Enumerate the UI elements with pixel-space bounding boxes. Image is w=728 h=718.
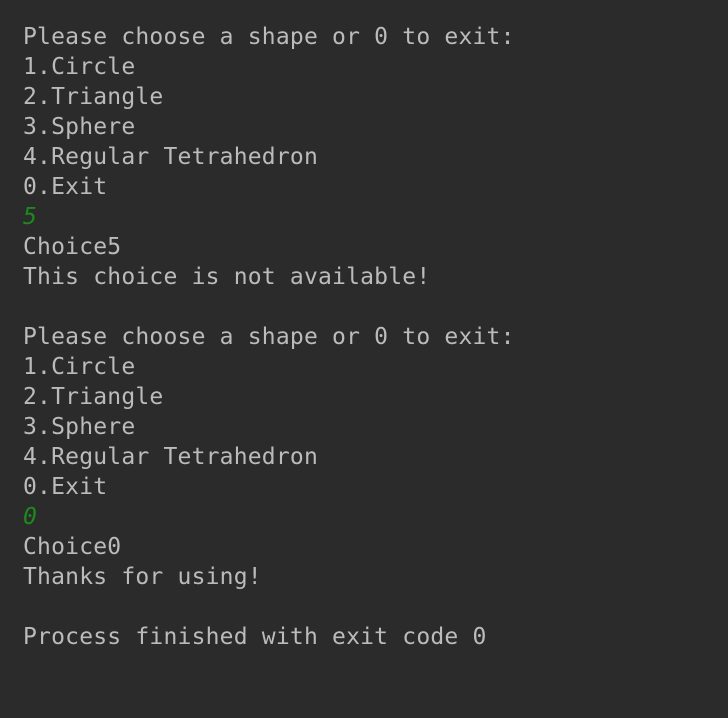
menu-prompt-line: Please choose a shape or 0 to exit: [23, 324, 515, 350]
thanks-message-line: Thanks for using! [23, 564, 262, 590]
user-input-line: 0 [23, 504, 38, 530]
menu-option-triangle: 2.Triangle [23, 84, 164, 110]
run-console-output[interactable]: Please choose a shape or 0 to exit: 1.Ci… [0, 0, 728, 718]
menu-option-circle: 1.Circle [23, 54, 136, 80]
menu-option-exit: 0.Exit [23, 174, 108, 200]
menu-option-tetrahedron: 4.Regular Tetrahedron [23, 444, 318, 470]
menu-option-tetrahedron: 4.Regular Tetrahedron [23, 144, 318, 170]
error-message-line: This choice is not available! [23, 264, 431, 290]
menu-option-sphere: 3.Sphere [23, 414, 136, 440]
menu-option-exit: 0.Exit [23, 474, 108, 500]
choice-echo-line: Choice5 [23, 234, 122, 260]
user-input-line: 5 [23, 204, 38, 230]
menu-prompt-line: Please choose a shape or 0 to exit: [23, 24, 515, 50]
menu-option-sphere: 3.Sphere [23, 114, 136, 140]
menu-option-circle: 1.Circle [23, 354, 136, 380]
menu-option-triangle: 2.Triangle [23, 384, 164, 410]
process-exit-line: Process finished with exit code 0 [23, 624, 487, 650]
choice-echo-line: Choice0 [23, 534, 122, 560]
